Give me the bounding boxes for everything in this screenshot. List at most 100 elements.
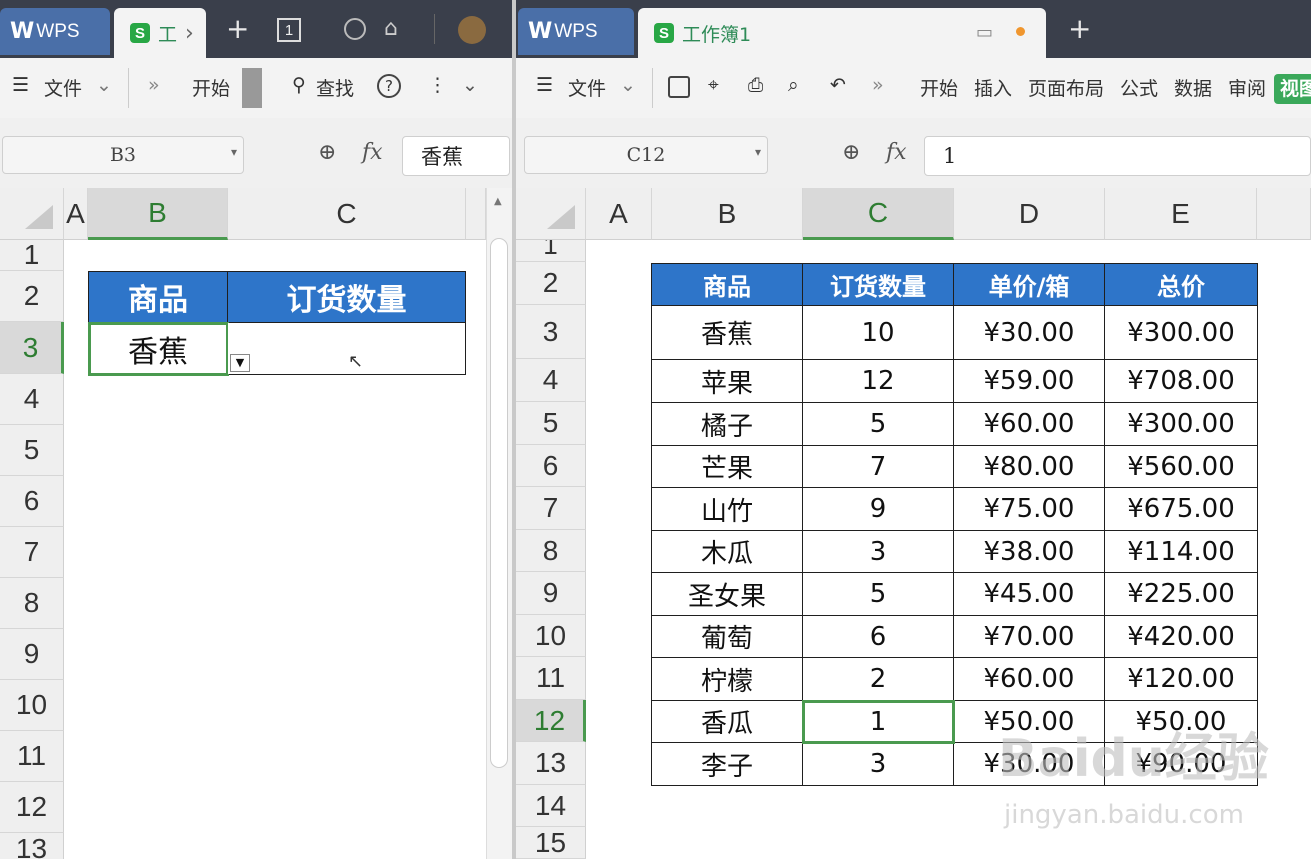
row-header-5[interactable]: 5 [516,402,586,445]
row-header-4[interactable]: 4 [516,359,586,402]
cell-c3[interactable]: ▼ ↖ [227,322,466,375]
cell-qty[interactable]: 7 [802,445,954,488]
name-box[interactable]: B3 ▾ [2,136,244,174]
row-header-1[interactable]: 1 [516,240,586,262]
col-header-c[interactable]: C [803,188,954,240]
row-header-8[interactable]: 8 [0,578,64,629]
menu-page-layout[interactable]: 页面布局 [1028,74,1104,101]
file-menu[interactable]: 文件 [568,74,606,101]
row-header-9[interactable]: 9 [0,629,64,680]
col-header-b[interactable]: B [652,188,803,240]
row-header-4[interactable]: 4 [0,374,64,425]
cell-qty[interactable]: 3 [802,530,954,573]
more-menus-icon[interactable]: » [872,74,884,96]
skin-shirt-icon[interactable]: ⌂ [384,16,398,41]
row-header-10[interactable]: 10 [0,680,64,731]
vertical-scrollbar[interactable]: ▲ [486,188,512,859]
find-button[interactable]: 查找 [316,74,354,101]
menu-icon[interactable]: ☰ [536,74,553,96]
cell-unit-price[interactable]: ¥60.00 [953,402,1105,446]
help-icon[interactable]: ? [377,74,401,98]
fx-icon[interactable]: fx [362,140,383,165]
start-menu[interactable]: 开始 [192,74,230,101]
cell-unit-price[interactable]: ¥45.00 [953,572,1105,616]
formula-input[interactable]: 香蕉 [402,136,510,176]
cell-total[interactable]: ¥225.00 [1104,572,1258,616]
cell-total[interactable]: ¥708.00 [1104,359,1258,403]
print-preview-icon[interactable]: ⌕ [788,74,799,96]
row-header-9[interactable]: 9 [516,572,586,615]
row-header-2[interactable]: 2 [516,262,586,305]
row-header-12[interactable]: 12 [0,782,64,833]
monitor-icon[interactable]: ▭ [976,22,993,43]
row-header-3[interactable]: 3 [0,322,64,374]
new-tab-icon[interactable]: + [1068,12,1091,45]
row-header-10[interactable]: 10 [516,615,586,657]
row-header-12[interactable]: 12 [516,700,586,742]
cell-qty[interactable]: 3 [802,742,954,786]
dropdown-caret-icon[interactable]: ▾ [755,145,761,159]
cell-total[interactable]: ¥560.00 [1104,445,1258,488]
cell-unit-price[interactable]: ¥75.00 [953,487,1105,531]
row-header-15[interactable]: 15 [516,827,586,859]
row-header-11[interactable]: 11 [516,657,586,700]
col-header-c[interactable]: C [228,188,466,240]
wps-home-tab-right[interactable]: W WPS [518,8,634,55]
name-box[interactable]: C12 ▾ [524,136,768,174]
wps-home-tab[interactable]: W WPS [0,8,110,55]
search-icon[interactable]: ⚲ [292,74,306,96]
new-tab-icon[interactable]: + [226,12,249,45]
select-all-corner[interactable] [0,188,64,240]
avatar[interactable] [458,16,486,44]
formula-input[interactable]: 1 [924,136,1311,176]
row-header-11[interactable]: 11 [0,731,64,782]
dropdown-caret-icon[interactable]: ▾ [231,145,237,159]
cell-total[interactable]: ¥120.00 [1104,657,1258,701]
scroll-ribbon-button[interactable] [242,68,262,108]
scroll-up-icon[interactable]: ▲ [494,196,502,207]
row-header-6[interactable]: 6 [0,476,64,527]
menu-data[interactable]: 数据 [1174,74,1212,101]
right-doc-tab[interactable]: S 工作簿1 ▭ [638,8,1046,58]
scrollbar-thumb[interactable] [490,238,508,768]
cell-qty[interactable]: 10 [802,305,954,360]
cell-unit-price[interactable]: ¥80.00 [953,445,1105,488]
right-sheet-grid[interactable]: A B C D E 1 2 3 4 5 6 7 8 9 10 11 12 13 … [516,188,1311,859]
file-menu[interactable]: 文件 [44,74,82,101]
menu-icon[interactable]: ☰ [12,74,29,96]
cell-product[interactable]: 山竹 [651,487,803,531]
cell-product[interactable]: 柠檬 [651,657,803,701]
col-header-a[interactable]: A [586,188,652,240]
chevron-right-icon[interactable]: › [185,21,194,46]
collapse-ribbon-icon[interactable]: ⌄ [462,74,478,96]
row-header-1[interactable]: 1 [0,239,64,271]
cell-total[interactable]: ¥300.00 [1104,305,1258,360]
validation-dropdown-icon[interactable]: ▼ [230,354,250,372]
row-header-3[interactable]: 3 [516,305,586,359]
menu-insert[interactable]: 插入 [974,74,1012,101]
cell-qty[interactable]: 2 [802,657,954,701]
format-painter-icon[interactable]: ⌖ [708,74,719,96]
zoom-formula-icon[interactable]: ⊕ [842,140,860,165]
cell-unit-price[interactable]: ¥59.00 [953,359,1105,403]
cell-unit-price[interactable]: ¥38.00 [953,530,1105,573]
row-header-7[interactable]: 7 [516,487,586,530]
cell-product[interactable]: 橘子 [651,402,803,446]
save-icon[interactable] [668,76,690,98]
cell-unit-price[interactable]: ¥70.00 [953,615,1105,658]
cell-total[interactable]: ¥420.00 [1104,615,1258,658]
cell-total[interactable]: ¥675.00 [1104,487,1258,531]
cell-total[interactable]: ¥300.00 [1104,402,1258,446]
row-header-2[interactable]: 2 [0,271,64,322]
left-doc-tab[interactable]: S 工 › [114,8,206,58]
cell-product[interactable]: 香瓜 [651,700,803,743]
row-header-14[interactable]: 14 [516,785,586,827]
cell-product[interactable]: 李子 [651,742,803,786]
menu-review[interactable]: 审阅 [1228,74,1266,101]
col-header-e[interactable]: E [1105,188,1257,240]
selected-cell-c12[interactable]: 1 [801,699,955,744]
cell-product[interactable]: 苹果 [651,359,803,403]
chevron-down-icon[interactable]: ⌄ [96,74,112,96]
cell-product[interactable]: 芒果 [651,445,803,488]
row-header-8[interactable]: 8 [516,530,586,572]
